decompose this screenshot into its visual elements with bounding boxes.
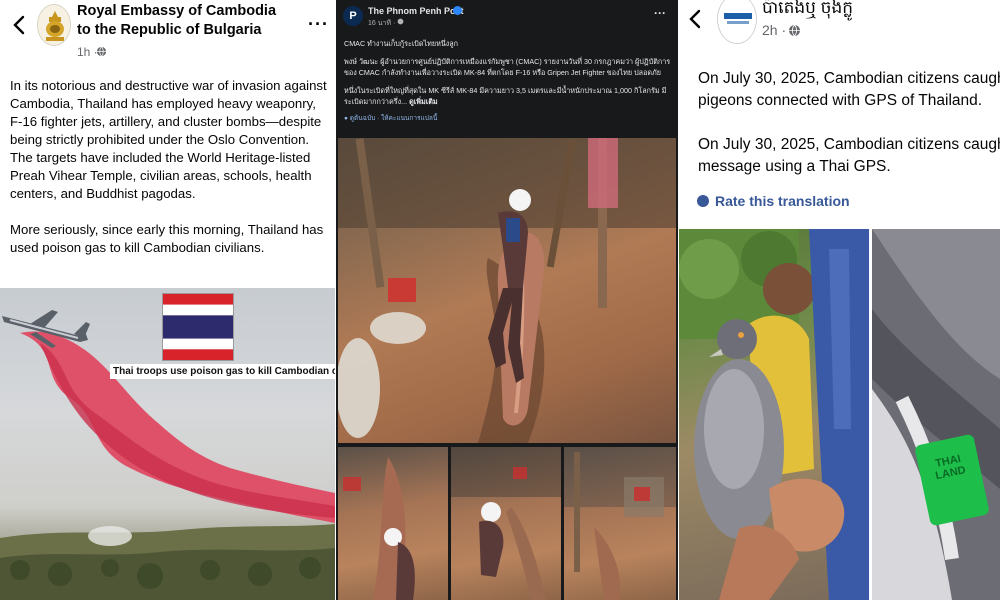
pigeon-post-panel: ប៉ាតេងឬ ចុងក្លូ 2h · On July 30, 2025, C… xyxy=(679,0,1000,600)
thai-flag-icon xyxy=(162,293,234,361)
post-paragraph: More seriously, since early this morning… xyxy=(10,222,324,255)
globe-icon xyxy=(96,46,107,57)
royal-crest-icon xyxy=(38,5,70,45)
post-paragraph-text: หนึ่งในระเบิดที่ใหญ่ที่สุดใน MK ซีรีส์ M… xyxy=(344,86,667,106)
thumbnail-scene xyxy=(564,447,676,600)
back-chevron-icon[interactable] xyxy=(10,14,28,36)
post-time-text: 16 นาที · xyxy=(368,20,398,27)
post-body: CMAC ทำงานเก็บกู้ระเบิดไทยหนึ่งลูก พงษ์ … xyxy=(344,38,672,114)
phnom-penh-post-panel: P The Phnom Penh Post 16 นาที · ··· CMAC… xyxy=(336,0,678,600)
bomb-disposal-scene xyxy=(338,138,676,443)
back-chevron-icon[interactable] xyxy=(687,8,703,30)
rate-translation-link[interactable]: Rate this translation xyxy=(697,193,850,209)
thumbnail-scene xyxy=(343,457,415,600)
post-paragraph: On July 30, 2025, Cambodian citizens cau… xyxy=(698,68,1000,112)
page-logo-icon xyxy=(718,0,756,43)
page-name[interactable]: Royal Embassy of Cambodia to the Republi… xyxy=(77,2,287,40)
post-photo-gps-band[interactable]: THAI LAND xyxy=(872,229,1000,600)
post-photo-thumbnail[interactable] xyxy=(451,447,561,600)
post-paragraph: On July 30, 2025, Cambodian citizens cau… xyxy=(698,134,1000,178)
translation-note[interactable]: ● ดูต้นฉบับ · ให้คะแนนการแปลนี้ xyxy=(344,113,437,123)
pigeon-leg-band-scene xyxy=(872,229,1000,600)
post-paragraph: หนึ่งในระเบิดที่ใหญ่ที่สุดใน MK ซีรีส์ M… xyxy=(344,85,672,107)
more-dots-icon[interactable]: ··· xyxy=(654,6,666,20)
pigeon-held-scene xyxy=(679,229,869,600)
post-headline: CMAC ทำงานเก็บกู้ระเบิดไทยหนึ่งลูก xyxy=(344,39,459,48)
post-photo-thumbnail[interactable] xyxy=(338,447,448,600)
translation-note-text: ดูต้นฉบับ · ให้คะแนนการแปลนี้ xyxy=(349,115,438,122)
image-caption: Thai troops use poison gas to kill Cambo… xyxy=(110,364,335,379)
post-line: On July 30, 2025, Cambodian citizens cau… xyxy=(698,70,1000,87)
post-body: On July 30, 2025, Cambodian citizens cau… xyxy=(698,68,1000,200)
post-photo-pigeon-held[interactable] xyxy=(679,229,869,600)
post-paragraph: พงษ์ วัฒนะ ผู้อำนวยการศูนย์ปฏิบัติการเหม… xyxy=(344,57,671,77)
band-text: THAI LAND xyxy=(934,452,967,483)
see-more-link[interactable]: ดูเพิ่มเติม xyxy=(409,97,437,106)
post-time: 1h · xyxy=(77,45,98,59)
translate-globe-icon: ● xyxy=(344,115,348,122)
post-photo-bomb-disposal[interactable] xyxy=(338,138,676,443)
post-body: In its notorious and destructive war of … xyxy=(10,77,330,275)
post-time: 16 นาที · xyxy=(368,18,404,29)
post-line: pigeons connected with GPS of Thailand. xyxy=(698,92,983,109)
embassy-post-panel: Royal Embassy of Cambodia to the Republi… xyxy=(0,0,335,600)
page-avatar[interactable] xyxy=(717,0,757,44)
post-photo-air-tanker[interactable]: Thai troops use poison gas to kill Cambo… xyxy=(0,288,335,600)
verified-badge-icon xyxy=(453,6,462,15)
post-header: Royal Embassy of Cambodia to the Republi… xyxy=(0,0,335,62)
translate-globe-icon xyxy=(697,195,709,207)
post-time: 2h · xyxy=(762,22,787,38)
thumbnail-scene xyxy=(451,447,561,600)
page-name[interactable]: ប៉ាតេងឬ ចុងក្លូ xyxy=(762,0,853,22)
post-paragraph: In its notorious and destructive war of … xyxy=(10,78,327,201)
post-line: On July 30, 2025, Cambodian citizens cau… xyxy=(698,136,1000,153)
page-name[interactable]: The Phnom Penh Post xyxy=(368,6,464,16)
globe-icon xyxy=(789,24,800,37)
post-photo-thumbnail[interactable] xyxy=(564,447,676,600)
post-line: message using a Thai GPS. xyxy=(698,158,891,175)
rate-translation-label: Rate this translation xyxy=(715,193,850,209)
embassy-avatar[interactable] xyxy=(37,4,71,46)
ppp-logo-avatar[interactable]: P xyxy=(343,6,363,26)
globe-icon xyxy=(397,18,404,25)
more-dots-icon[interactable]: ··· xyxy=(308,14,329,35)
